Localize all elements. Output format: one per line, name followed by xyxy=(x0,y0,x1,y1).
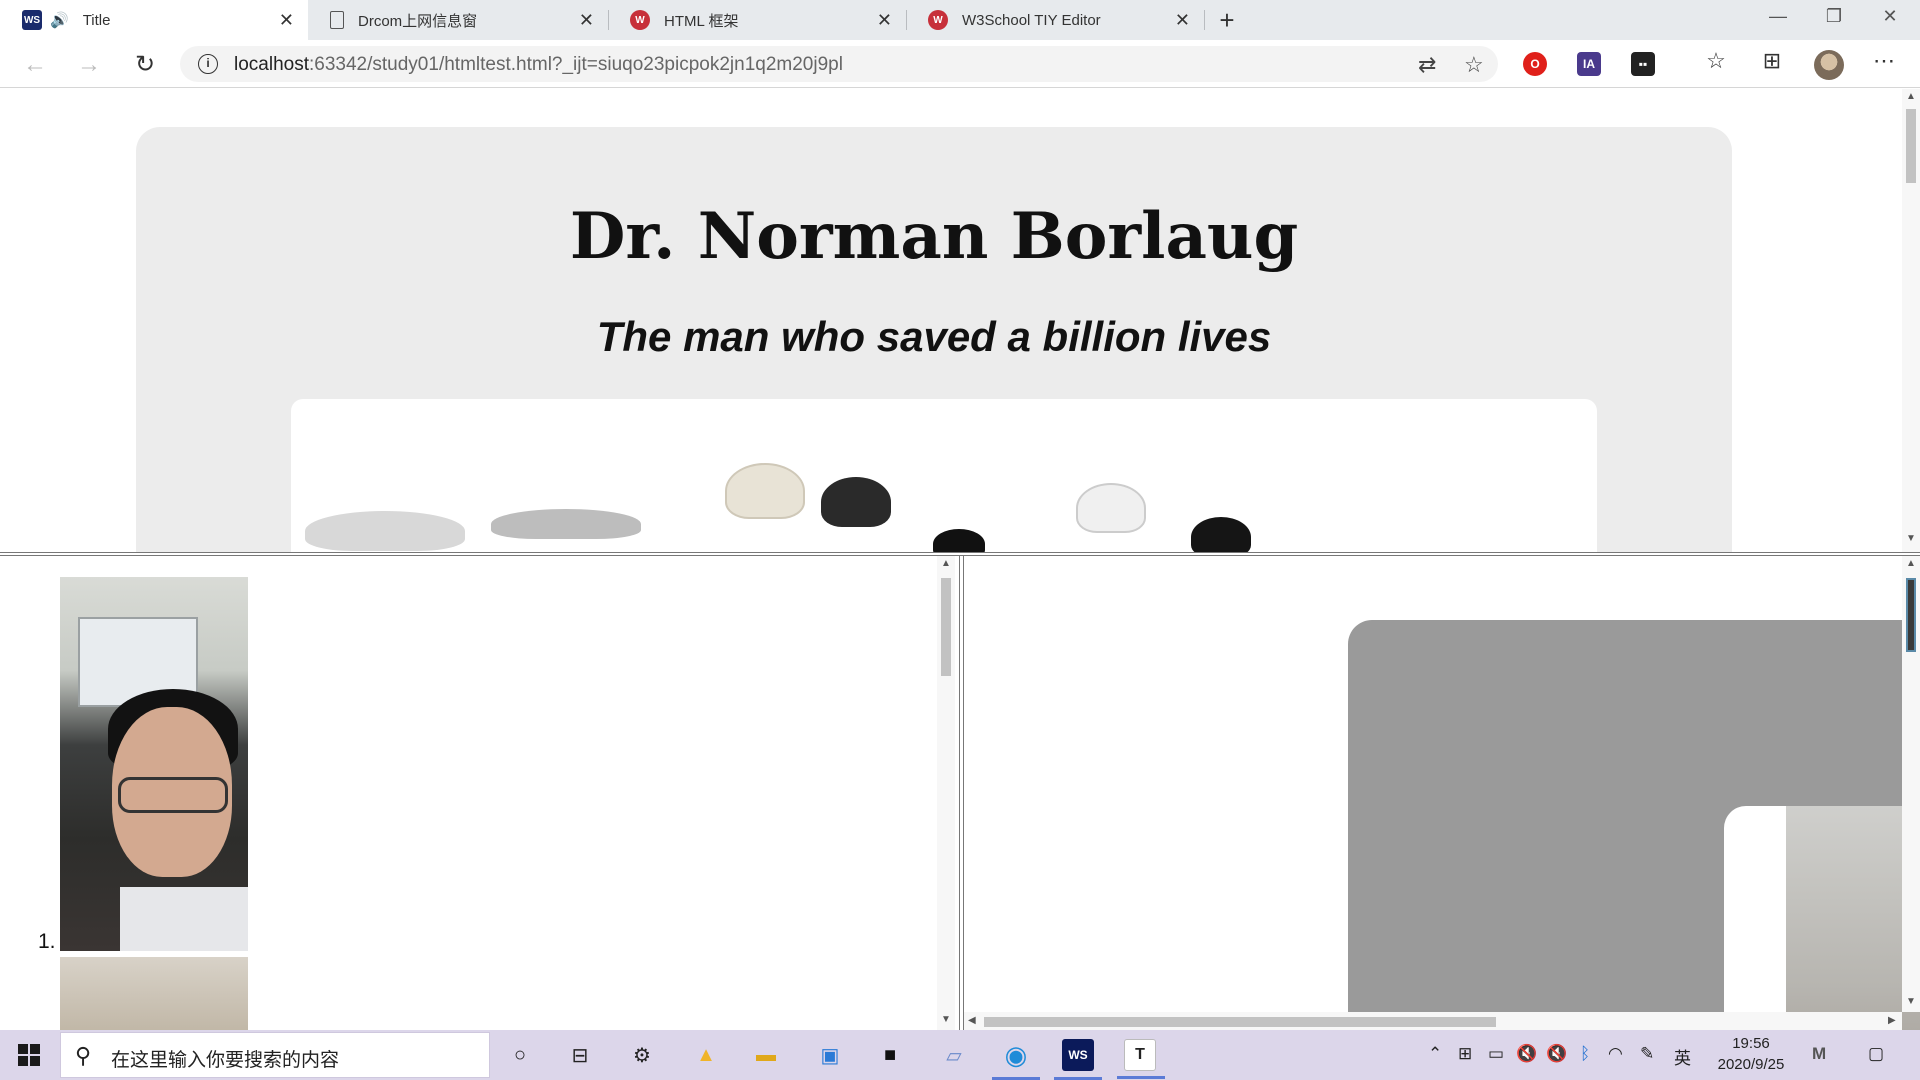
selfie-photo xyxy=(60,577,248,951)
pen-icon[interactable]: ✎ xyxy=(1640,1044,1654,1064)
scroll-thumb[interactable] xyxy=(984,1017,1496,1027)
scroll-up-icon[interactable]: ▲ xyxy=(941,558,951,569)
bottom-right-frame: ▲ ▼ ◀ ▶ xyxy=(964,556,1920,1030)
scroll-right-icon[interactable]: ▶ xyxy=(1888,1015,1896,1026)
more-menu-icon[interactable]: ⋯ xyxy=(1868,48,1900,74)
historic-photo xyxy=(291,399,1597,552)
taskbar: ⚲ 在这里输入你要搜索的内容 ○ ⊟ ⚙ ▲ ▬ ▣ ■ ▱ ◉ WS T ⌃ … xyxy=(0,1030,1920,1080)
url-text[interactable]: localhost:63342/study01/htmltest.html?_i… xyxy=(234,54,843,76)
settings-gear-icon[interactable]: ⚙ xyxy=(626,1039,658,1071)
favorite-star-icon[interactable]: ☆ xyxy=(1464,52,1484,78)
right-frame-horizontal-scrollbar[interactable]: ◀ ▶ xyxy=(964,1012,1902,1030)
volume-muted-icon[interactable]: 🔇 xyxy=(1516,1044,1537,1064)
tab-label: Drcom上网信息窗 xyxy=(358,12,478,30)
bottom-left-frame: 1. ▲ ▼ xyxy=(0,556,959,1030)
right-frame-vertical-scrollbar[interactable]: ▲ ▼ xyxy=(1902,556,1920,1012)
forward-icon[interactable]: → xyxy=(74,50,104,80)
info-icon[interactable]: i xyxy=(198,54,218,74)
webstorm-icon: WS xyxy=(22,10,42,30)
page-title: Dr. Norman Borlaug xyxy=(569,199,1299,274)
scroll-up-icon[interactable]: ▲ xyxy=(1906,91,1916,102)
tab-title[interactable]: WS 🔊 Title ✕ xyxy=(0,0,308,40)
new-tab-button[interactable]: + xyxy=(1212,5,1242,35)
ime-indicator[interactable]: 英 xyxy=(1674,1044,1691,1069)
restore-icon[interactable]: ❐ xyxy=(1814,6,1854,27)
tab-separator xyxy=(1204,10,1205,30)
scroll-down-icon[interactable]: ▼ xyxy=(1906,533,1916,544)
url-bar[interactable]: i localhost:63342/study01/htmltest.html?… xyxy=(180,46,1498,82)
task-view-icon[interactable]: ⊟ xyxy=(564,1039,596,1071)
ia-extension-icon[interactable]: IA xyxy=(1577,52,1601,76)
tab-tiy-editor[interactable]: W W3School TIY Editor ✕ xyxy=(906,0,1205,40)
notepad-icon[interactable]: ▱ xyxy=(938,1039,970,1071)
search-icon: ⚲ xyxy=(75,1043,92,1068)
translate-icon[interactable]: ⇄ xyxy=(1418,52,1436,78)
list-marker: 1. xyxy=(38,930,56,953)
tab-html-frames[interactable]: W HTML 框架 ✕ xyxy=(608,0,907,40)
close-icon[interactable]: ✕ xyxy=(1175,10,1190,30)
inner-card xyxy=(1724,806,1920,1030)
inner-photo xyxy=(1786,806,1920,1030)
minimize-icon[interactable]: — xyxy=(1758,6,1798,27)
typora-icon[interactable]: T xyxy=(1117,1039,1165,1079)
webstorm-icon[interactable]: WS xyxy=(1054,1039,1102,1080)
onedrive-icon[interactable]: ▲ xyxy=(690,1039,722,1071)
scroll-down-icon[interactable]: ▼ xyxy=(941,1014,951,1025)
contacts-icon[interactable]: ▣ xyxy=(814,1039,846,1071)
address-toolbar: ← → ↻ i localhost:63342/study01/htmltest… xyxy=(0,40,1920,88)
tab-label: HTML 框架 xyxy=(664,12,739,30)
page-icon xyxy=(330,11,344,29)
speaker-icon[interactable]: 🔊 xyxy=(50,11,69,29)
battery-icon[interactable]: ▭ xyxy=(1488,1044,1504,1064)
scroll-up-icon[interactable]: ▲ xyxy=(1906,558,1916,569)
tray-expand-icon[interactable]: ⌃ xyxy=(1428,1044,1442,1064)
profile-avatar[interactable] xyxy=(1814,50,1844,80)
volume-muted-icon[interactable]: 🔇 xyxy=(1546,1044,1567,1064)
cortana-icon[interactable]: ○ xyxy=(504,1039,536,1071)
search-placeholder: 在这里输入你要搜索的内容 xyxy=(111,1050,340,1071)
tab-bar: WS 🔊 Title ✕ Drcom上网信息窗 ✕ W HTML 框架 ✕ W … xyxy=(0,0,1920,40)
collections-icon[interactable]: ⊞ xyxy=(1756,48,1788,74)
edge-browser-icon[interactable]: ◉ xyxy=(992,1039,1040,1080)
clock-date: 2020/9/25 xyxy=(1717,1056,1785,1073)
scroll-down-icon[interactable]: ▼ xyxy=(1906,996,1916,1007)
network-adapter-icon[interactable]: ⊞ xyxy=(1458,1044,1472,1064)
tab-drcom[interactable]: Drcom上网信息窗 ✕ xyxy=(308,0,609,40)
scroll-thumb[interactable] xyxy=(1906,109,1916,183)
taskbar-search[interactable]: ⚲ 在这里输入你要搜索的内容 xyxy=(60,1032,490,1078)
close-icon[interactable]: ✕ xyxy=(279,10,294,30)
top-frame: Dr. Norman Borlaug The man who saved a b… xyxy=(0,89,1920,552)
w3school-icon: W xyxy=(928,10,948,30)
scroll-thumb[interactable] xyxy=(941,578,951,676)
bluetooth-icon[interactable]: ᛒ xyxy=(1580,1044,1590,1064)
left-frame-scrollbar[interactable]: ▲ ▼ xyxy=(937,556,955,1030)
page-subtitle: The man who saved a billion lives xyxy=(596,313,1272,360)
profile-card: Dr. Norman Borlaug The man who saved a b… xyxy=(136,127,1732,552)
window-close-icon[interactable]: ✕ xyxy=(1870,6,1910,27)
opera-extension-icon[interactable]: O xyxy=(1523,52,1547,76)
close-icon[interactable]: ✕ xyxy=(579,10,594,30)
tab-label: W3School TIY Editor xyxy=(962,11,1101,29)
notification-center-icon[interactable]: ▢ xyxy=(1868,1044,1884,1064)
w3school-icon: W xyxy=(630,10,650,30)
close-icon[interactable]: ✕ xyxy=(877,10,892,30)
meet-now-icon[interactable]: M xyxy=(1812,1044,1826,1064)
file-explorer-icon[interactable]: ▬ xyxy=(750,1039,782,1071)
windows-start-icon[interactable] xyxy=(18,1044,40,1066)
wifi-icon[interactable]: ◠ xyxy=(1608,1044,1623,1064)
terminal-icon[interactable]: ■ xyxy=(874,1039,906,1071)
scroll-thumb[interactable] xyxy=(1906,578,1916,652)
back-icon[interactable]: ← xyxy=(20,50,50,80)
extension-icon[interactable]: ▪▪ xyxy=(1631,52,1655,76)
taskbar-clock[interactable]: 19:56 2020/9/25 xyxy=(1706,1033,1796,1075)
favorites-list-icon[interactable]: ☆ xyxy=(1700,48,1732,74)
gray-card xyxy=(1348,620,1920,1030)
second-photo xyxy=(60,957,248,1030)
clock-time: 19:56 xyxy=(1732,1035,1770,1052)
scroll-left-icon[interactable]: ◀ xyxy=(968,1015,976,1026)
tab-label: Title xyxy=(82,11,111,29)
refresh-icon[interactable]: ↻ xyxy=(130,50,160,80)
top-frame-scrollbar[interactable]: ▲ ▼ xyxy=(1902,89,1920,552)
